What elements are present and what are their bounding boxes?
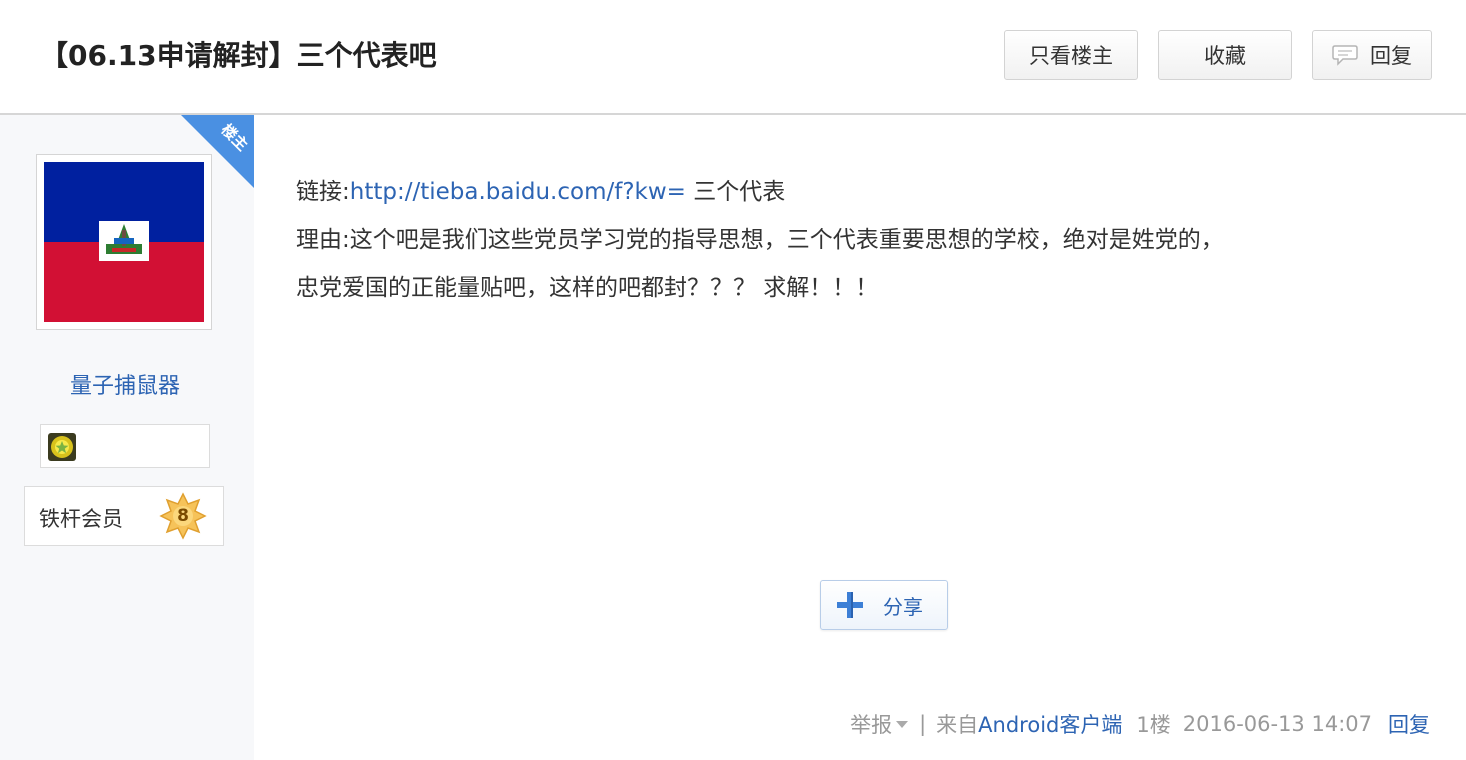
post-line-reason-cont: 忠党爱国的正能量贴吧，这样的吧都封？？？ 求解！！！ [296,275,879,301]
reply-button[interactable]: 回复 [1312,30,1432,80]
haiti-flag-image [44,162,204,322]
report-menu[interactable]: 举报 [850,709,909,739]
triangle-down-icon [896,721,909,728]
thread-header: 【06.13申请解封】三个代表吧 只看楼主 收藏 回复 [0,0,1466,115]
link-suffix: 三个代表 [685,179,786,205]
client-link[interactable]: Android客户端 [978,709,1122,739]
link-prefix: 链接: [296,179,350,205]
share-label: 分享 [883,594,923,619]
post-tail: 举报 | 来自 Android客户端 1楼 2016-06-13 14:07 回… [850,706,1430,742]
speech-bubble-icon [1332,44,1358,66]
from-prefix: 来自 [936,713,979,737]
author-username[interactable]: 量子捕鼠器 [0,368,250,400]
favorite-button[interactable]: 收藏 [1158,30,1292,80]
post-time: 2016-06-13 14:07 [1182,712,1372,736]
level-title: 铁杆会员 [39,507,123,531]
author-badge-box [40,424,210,468]
floor-reply-link[interactable]: 回复 [1388,709,1430,739]
thread-page: 【06.13申请解封】三个代表吧 只看楼主 收藏 回复 楼主 量子捕鼠器 铁杆会… [0,0,1466,760]
post-content: 链接:http://tieba.baidu.com/f?kw= 三个代表 理由:… [296,168,1436,312]
level-number: 8 [177,506,189,526]
thread-title: 【06.13申请解封】三个代表吧 [40,39,437,72]
avatar[interactable] [36,154,212,330]
tail-separator: | [919,712,927,736]
only-op-button[interactable]: 只看楼主 [1004,30,1138,80]
tieba-link[interactable]: http://tieba.baidu.com/f?kw= [350,179,686,205]
favorite-label: 收藏 [1204,44,1246,68]
only-op-label: 只看楼主 [1029,44,1113,68]
floor-number: 1楼 [1136,713,1171,737]
post-line-link: 链接:http://tieba.baidu.com/f?kw= 三个代表 [296,168,1436,216]
share-button[interactable]: 分享 [820,580,948,630]
medal-icon[interactable] [47,432,77,462]
report-label: 举报 [850,713,893,737]
plus-icon [837,592,863,618]
reply-label: 回复 [1370,44,1412,68]
post-line-reason: 理由:这个吧是我们这些党员学习党的指导思想，三个代表重要思想的学校，绝对是姓党的… [296,227,1224,253]
member-level-box: 铁杆会员 8 [24,486,224,546]
